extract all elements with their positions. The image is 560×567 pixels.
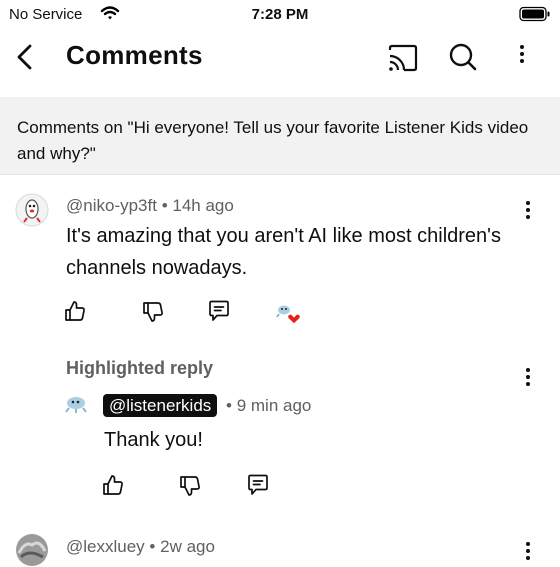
reply-text: Thank you! — [104, 429, 203, 451]
creator-heart-icon — [274, 301, 304, 327]
reply-icon[interactable] — [246, 474, 270, 496]
comment-text: It's amazing that you aren't AI like mos… — [66, 225, 501, 279]
reply-meta: @listenerkids • 9 min ago — [103, 394, 312, 417]
meta-separator: • — [149, 537, 156, 556]
cast-icon[interactable] — [387, 44, 419, 72]
comment-meta: @niko-yp3ft • 14h ago — [66, 196, 234, 216]
comment-more-icon[interactable] — [526, 201, 530, 222]
creator-chip[interactable]: @listenerkids — [103, 394, 218, 417]
reply-icon[interactable] — [207, 300, 231, 322]
thumbs-up-icon[interactable] — [102, 474, 124, 496]
comment-age: 2w ago — [160, 537, 215, 556]
thumbs-down-icon[interactable] — [142, 301, 164, 323]
battery-icon — [519, 6, 551, 22]
thumbs-up-icon[interactable] — [64, 300, 86, 322]
avatar[interactable] — [15, 533, 49, 567]
more-vertical-icon[interactable] — [520, 45, 524, 66]
comment-author[interactable]: @lexxluey — [66, 537, 145, 556]
highlighted-reply-label: Highlighted reply — [66, 358, 214, 378]
avatar[interactable] — [64, 394, 88, 414]
meta-separator: • — [161, 196, 168, 215]
clock: 7:28 PM — [251, 6, 309, 23]
back-arrow-icon[interactable] — [14, 44, 38, 70]
status-bar: No Service 7:28 PM — [0, 0, 560, 28]
comment-author[interactable]: @niko-yp3ft — [66, 196, 157, 215]
video-context-banner[interactable]: Comments on "Hi everyone! Tell us your f… — [0, 97, 560, 175]
comment-age: 14h ago — [172, 196, 234, 215]
reply-age: 9 min ago — [236, 396, 312, 415]
comment-meta: @lexxluey • 2w ago — [66, 537, 215, 557]
reply-more-icon[interactable] — [526, 368, 530, 389]
thumbs-down-icon[interactable] — [179, 475, 201, 497]
banner-text: Comments on "Hi everyone! Tell us your f… — [17, 118, 529, 163]
page-title: Comments — [66, 40, 203, 70]
meta-separator: • — [226, 396, 232, 415]
avatar[interactable] — [15, 193, 49, 227]
search-icon[interactable] — [448, 42, 478, 72]
